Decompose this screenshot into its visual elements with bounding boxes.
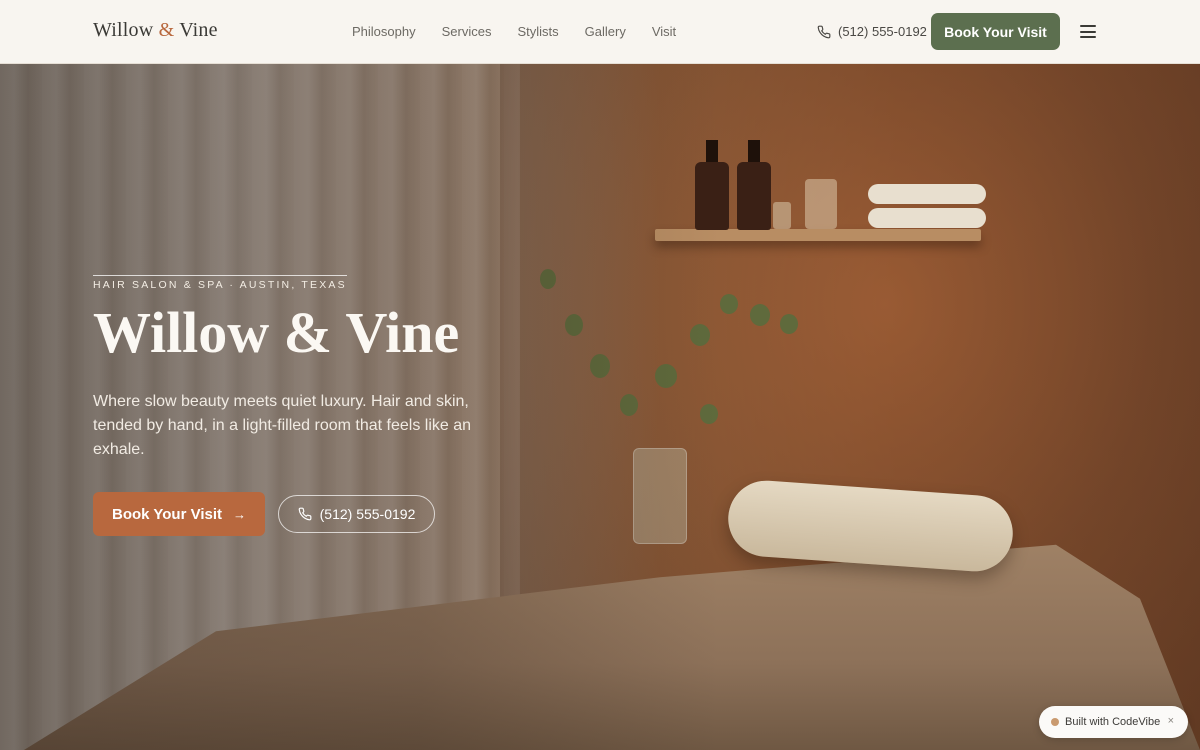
hero-title: Willow & Vine	[93, 300, 460, 365]
badge-label: Built with CodeVibe	[1065, 716, 1161, 728]
hero-phone-number: (512) 555-0192	[319, 506, 416, 522]
nav-philosophy[interactable]: Philosophy	[352, 24, 416, 39]
hero-book-label: Book Your Visit	[111, 505, 223, 523]
nav-stylists[interactable]: Stylists	[517, 24, 558, 39]
main-nav: Philosophy Services Stylists Gallery Vis…	[352, 24, 702, 39]
nav-gallery[interactable]: Gallery	[585, 24, 626, 39]
header-phone-link[interactable]: (512) 555-0192	[817, 24, 927, 39]
badge-dot-icon	[1051, 718, 1059, 726]
logo-ampersand: &	[158, 19, 175, 41]
logo-word-vine: Vine	[179, 19, 218, 41]
arrow-right-icon: →	[233, 506, 247, 522]
hero-book-button[interactable]: Book Your Visit →	[93, 492, 265, 536]
hero-phone-button[interactable]: (512) 555-0192	[278, 495, 435, 533]
hero-eyebrow: HAIR SALON & SPA · AUSTIN, TEXAS	[93, 275, 347, 291]
header-book-button[interactable]: Book Your Visit	[931, 13, 1060, 50]
phone-icon	[817, 25, 831, 38]
logo-word-willow: Willow	[93, 19, 154, 41]
close-icon[interactable]: ×	[1168, 715, 1174, 727]
phone-icon	[298, 507, 312, 521]
hamburger-menu-icon[interactable]	[1080, 25, 1096, 39]
built-with-badge[interactable]: Built with CodeVibe ×	[1039, 706, 1188, 738]
hero-section: HAIR SALON & SPA · AUSTIN, TEXAS Willow …	[0, 64, 1200, 750]
nav-visit[interactable]: Visit	[652, 24, 676, 39]
nav-services[interactable]: Services	[442, 24, 492, 39]
logo[interactable]: Willow & Vine	[93, 19, 218, 42]
site-header: Willow & Vine Philosophy Services Stylis…	[0, 0, 1200, 64]
hero-description: Where slow beauty meets quiet luxury. Ha…	[93, 393, 472, 458]
header-phone-number: (512) 555-0192	[838, 24, 927, 39]
